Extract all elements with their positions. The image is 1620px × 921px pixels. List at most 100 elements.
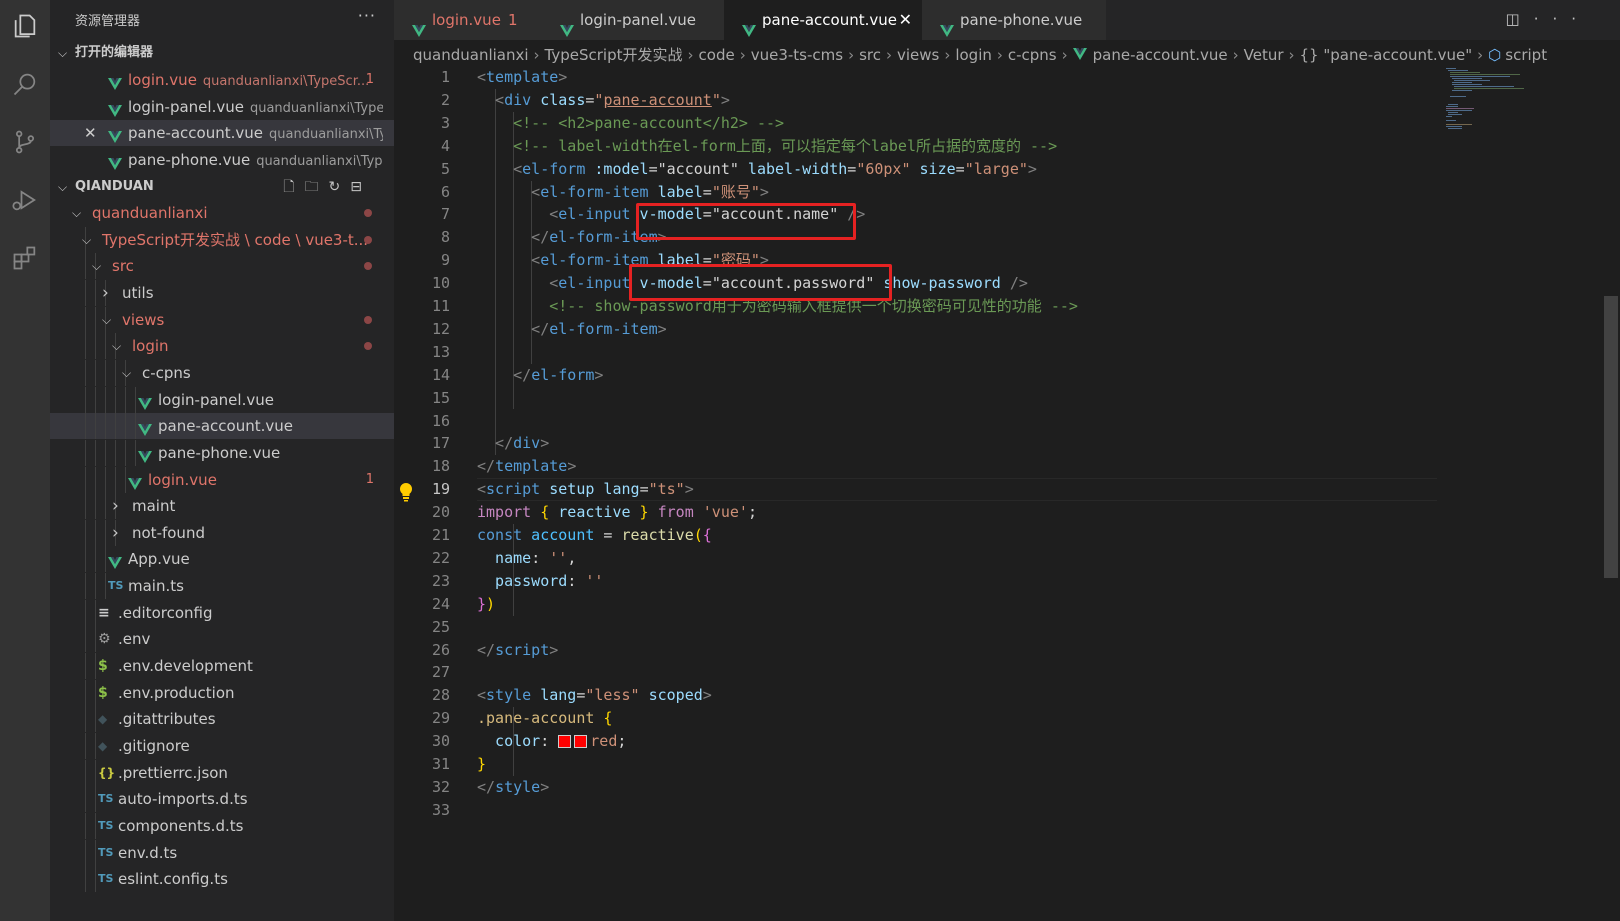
tree-item[interactable]: ⌵ quanduanlianxi	[50, 200, 394, 226]
breadcrumb-item[interactable]: views	[897, 46, 939, 64]
breadcrumb-item[interactable]: TypeScript开发实战	[545, 46, 683, 64]
code-editor[interactable]: 1 <template> 2 <div class="pane-account"> 3…	[394, 66, 1620, 921]
code-line[interactable]: 23 password: ''	[394, 570, 1444, 593]
search-icon[interactable]	[0, 60, 50, 108]
code-line[interactable]: 31}	[394, 753, 1444, 776]
tree-item[interactable]: pane-account.vue	[50, 413, 394, 440]
breadcrumb-item[interactable]: Vetur	[1244, 46, 1284, 64]
tree-item[interactable]: › maint	[50, 493, 394, 520]
tab-pane-phone[interactable]: pane-phone.vue	[922, 0, 1107, 40]
code-line[interactable]: 18 </template>	[394, 455, 1444, 478]
tree-item[interactable]: ⌵ c-cpns	[50, 359, 394, 386]
tree-item[interactable]: {} .prettierrc.json	[50, 759, 394, 786]
code-line[interactable]: 2 <div class="pane-account">	[394, 89, 1444, 112]
open-editors-header[interactable]: ⌵ 打开的编辑器	[50, 40, 394, 66]
tree-item[interactable]: TS components.d.ts	[50, 812, 394, 839]
source-control-icon[interactable]	[0, 118, 50, 166]
tree-item[interactable]: TS main.ts	[50, 573, 394, 600]
tree-item[interactable]: $ .env.production	[50, 679, 394, 706]
breadcrumb-item[interactable]: login	[955, 46, 992, 64]
new-file-icon[interactable]: 🗋	[283, 179, 304, 195]
code-line[interactable]: 13	[394, 341, 1444, 364]
code-line[interactable]: 21 const account = reactive({	[394, 524, 1444, 547]
code-line[interactable]: 5 <el-form :model="account" label-width=…	[394, 158, 1444, 181]
code-line[interactable]: 25	[394, 616, 1444, 639]
code-line[interactable]: 12 </el-form-item>	[394, 318, 1444, 341]
tree-item[interactable]: login.vue 1	[50, 466, 394, 493]
minimap[interactable]	[1440, 66, 1550, 146]
close-icon[interactable]: ✕	[84, 120, 98, 146]
breadcrumb-item[interactable]: pane-account.vue	[1093, 46, 1228, 64]
open-editor-item[interactable]: ✕ pane-account.vue quanduanlianxi\Ty...	[50, 120, 394, 147]
workspace-header[interactable]: ⌵ QIANDUAN 🗋🗀↻⊟	[50, 174, 394, 200]
code-line[interactable]: 1 <template>	[394, 66, 1444, 89]
code-line[interactable]: 33	[394, 799, 1444, 822]
code-line[interactable]: 28 <style lang="less" scoped>	[394, 684, 1444, 707]
code-line[interactable]: 27	[394, 661, 1444, 684]
tab-login[interactable]: login.vue 1	[394, 0, 543, 40]
tree-item[interactable]: pane-phone.vue	[50, 439, 394, 466]
tree-item[interactable]: ⌵ views	[50, 306, 394, 333]
code-line[interactable]: 22 name: '',	[394, 547, 1444, 570]
tree-item[interactable]: ⚙ .env	[50, 626, 394, 653]
more-actions-icon[interactable]: ···	[1534, 10, 1590, 28]
tree-item[interactable]: login-panel.vue	[50, 386, 394, 413]
code-line[interactable]: 7 <el-input v-model="account.name" />	[394, 203, 1444, 226]
code-line[interactable]: 6 <el-form-item label="账号">	[394, 181, 1444, 204]
tree-item[interactable]: › not-found	[50, 519, 394, 546]
breadcrumb-item[interactable]: quanduanlianxi	[413, 46, 529, 64]
code-line[interactable]: 8 </el-form-item>	[394, 226, 1444, 249]
extensions-icon[interactable]	[0, 234, 50, 282]
code-line[interactable]: 14 </el-form>	[394, 364, 1444, 387]
open-editor-item[interactable]: pane-phone.vue quanduanlianxi\Type...	[50, 147, 394, 173]
code-line[interactable]: 15	[394, 387, 1444, 410]
breadcrumb-item[interactable]: script	[1505, 46, 1547, 64]
code-line[interactable]: 26 </script>	[394, 639, 1444, 662]
tree-item[interactable]: App.vue	[50, 546, 394, 573]
tree-item[interactable]: TS auto-imports.d.ts	[50, 786, 394, 813]
refresh-icon[interactable]: ↻	[329, 179, 351, 195]
more-actions-icon[interactable]: ···	[358, 6, 376, 25]
tree-item[interactable]: ≡ .editorconfig	[50, 599, 394, 626]
breadcrumb-item[interactable]: code	[699, 46, 735, 64]
code-line[interactable]: 16	[394, 410, 1444, 433]
code-line[interactable]: 20 import { reactive } from 'vue';	[394, 501, 1444, 524]
tab-login-panel[interactable]: login-panel.vue	[542, 0, 725, 40]
code-line[interactable]: 24})	[394, 593, 1444, 616]
tree-item[interactable]: ◆ .gitignore	[50, 733, 394, 759]
tree-item[interactable]: ⌵ TypeScript开发实战 \ code \ vue3-t...	[50, 226, 394, 253]
open-editor-item[interactable]: login-panel.vue quanduanlianxi\TypeS...	[50, 94, 394, 120]
tree-item[interactable]: TS env.d.ts	[50, 839, 394, 866]
tree-item[interactable]: TS eslint.config.ts	[50, 866, 394, 893]
lightbulb-icon[interactable]	[398, 482, 414, 502]
code-line[interactable]: 19 <script setup lang="ts">	[394, 478, 1444, 501]
color-swatch-icon[interactable]	[558, 735, 572, 749]
code-line[interactable]: 32 </style>	[394, 776, 1444, 799]
tree-item[interactable]: $ .env.development	[50, 653, 394, 680]
run-debug-icon[interactable]	[0, 176, 50, 224]
code-line[interactable]: 4 <!-- label-width在el-form上面，可以指定每个label…	[394, 135, 1444, 158]
code-line[interactable]: 29 .pane-account {	[394, 707, 1444, 730]
code-line[interactable]: 11 <!-- show-password用于为密码输入框提供一个切换密码可见性…	[394, 295, 1444, 318]
code-line[interactable]: 17 </div>	[394, 432, 1444, 455]
tree-item[interactable]: › utils	[50, 279, 394, 306]
split-editor-icon[interactable]: ◫	[1506, 10, 1534, 28]
collapse-all-icon[interactable]: ⊟	[350, 179, 372, 195]
explorer-icon[interactable]	[0, 2, 50, 50]
editor-scrollbar-thumb[interactable]	[1604, 296, 1618, 578]
breadcrumb-item[interactable]: vue3-ts-cms	[751, 46, 843, 64]
breadcrumb-item[interactable]: {} "pane-account.vue"	[1300, 46, 1473, 64]
code-line[interactable]: 9 <el-form-item label="密码">	[394, 249, 1444, 272]
tree-item[interactable]: ⌵ src	[50, 253, 394, 280]
new-folder-icon[interactable]: 🗀	[305, 179, 329, 195]
breadcrumb-item[interactable]: src	[859, 46, 881, 64]
tab-pane-account[interactable]: pane-account.vue ✕	[724, 0, 923, 40]
tree-item[interactable]: ◆ .gitattributes	[50, 706, 394, 733]
code-line[interactable]: 3 <!-- <h2>pane-account</h2> -->	[394, 112, 1444, 135]
open-editor-item[interactable]: login.vue quanduanlianxi\TypeScr... 1	[50, 67, 394, 93]
tree-item[interactable]: ⌵ login	[50, 333, 394, 360]
breadcrumb-item[interactable]: c-cpns	[1008, 46, 1057, 64]
code-line[interactable]: 10 <el-input v-model="account.password" …	[394, 272, 1444, 295]
code-line[interactable]: 30 color: red;	[394, 730, 1444, 753]
color-swatch-icon[interactable]	[574, 735, 588, 749]
